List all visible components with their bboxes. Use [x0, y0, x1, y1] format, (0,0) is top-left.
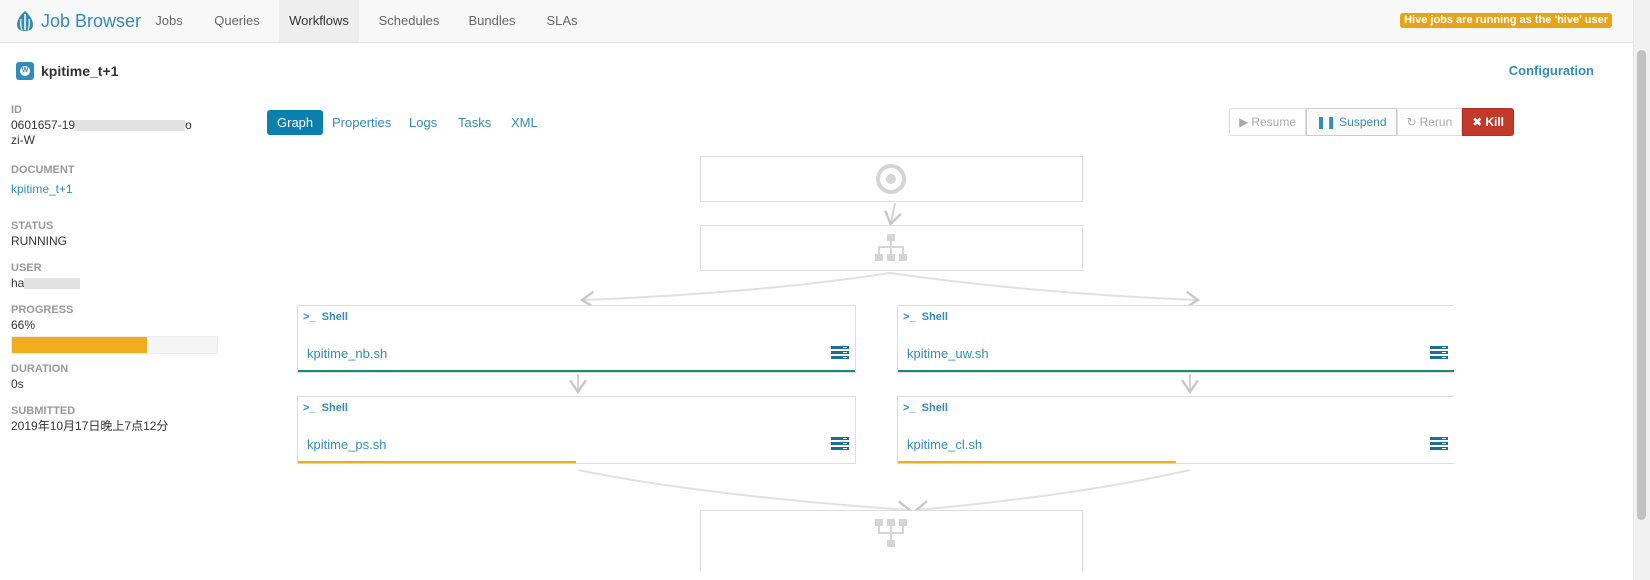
- action-type-label: Shell: [321, 311, 348, 323]
- action-node-nb[interactable]: >_ Shell kpitime_nb.sh: [297, 305, 856, 373]
- action-name[interactable]: kpitime_uw.sh: [907, 346, 989, 361]
- list-details-icon[interactable]: [831, 437, 849, 451]
- workflow-graph-edges: [0, 202, 1634, 580]
- action-node-uw[interactable]: >_ Shell kpitime_uw.sh: [897, 305, 1454, 373]
- shell-icon: >_: [303, 311, 316, 323]
- fork-node[interactable]: [700, 225, 1083, 271]
- action-node-ps[interactable]: >_ Shell kpitime_ps.sh: [297, 396, 856, 464]
- action-type-header: >_ Shell: [303, 402, 348, 414]
- shell-icon: >_: [903, 402, 916, 414]
- start-icon: [876, 164, 906, 194]
- list-details-icon[interactable]: [1430, 346, 1448, 360]
- action-type-header: >_ Shell: [903, 311, 948, 323]
- action-type-label: Shell: [921, 402, 948, 414]
- start-node[interactable]: [700, 156, 1083, 202]
- vertical-scrollbar[interactable]: [1633, 0, 1650, 580]
- scrollbar-thumb[interactable]: [1637, 50, 1646, 520]
- join-node[interactable]: [700, 510, 1083, 571]
- action-status-bar: [898, 370, 1454, 372]
- action-name[interactable]: kpitime_nb.sh: [307, 346, 387, 361]
- list-details-icon[interactable]: [831, 346, 849, 360]
- action-name[interactable]: kpitime_ps.sh: [307, 437, 386, 452]
- action-type-label: Shell: [321, 402, 348, 414]
- action-status-bar: [898, 461, 1176, 463]
- join-icon: [875, 519, 907, 547]
- action-status-bar: [298, 461, 576, 463]
- action-name[interactable]: kpitime_cl.sh: [907, 437, 982, 452]
- shell-icon: >_: [303, 402, 316, 414]
- action-type-label: Shell: [921, 311, 948, 323]
- shell-icon: >_: [903, 311, 916, 323]
- action-node-cl[interactable]: >_ Shell kpitime_cl.sh: [897, 396, 1454, 464]
- action-type-header: >_ Shell: [303, 311, 348, 323]
- action-status-bar: [298, 370, 855, 372]
- action-type-header: >_ Shell: [903, 402, 948, 414]
- list-details-icon[interactable]: [1430, 437, 1448, 451]
- fork-icon: [875, 234, 907, 261]
